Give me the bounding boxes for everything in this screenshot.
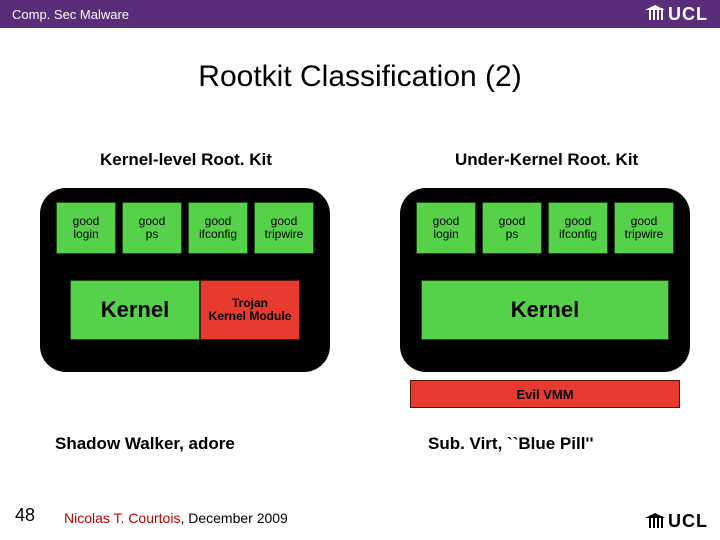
proc-box: goodps xyxy=(122,202,182,254)
portico-icon xyxy=(648,516,664,528)
kernel-row: Kernel Trojan Kernel Module xyxy=(50,280,320,340)
page-number: 48 xyxy=(15,505,35,526)
process-row: goodlogin goodps goodifconfig goodtripwi… xyxy=(410,202,680,254)
footer-date: , December 2009 xyxy=(180,510,287,526)
proc-box: goodifconfig xyxy=(188,202,248,254)
kernel-row: Kernel xyxy=(410,280,680,340)
proc-box: goodps xyxy=(482,202,542,254)
kernel-label: Kernel xyxy=(421,280,669,340)
kernel-box: Kernel xyxy=(421,280,669,340)
trojan-module-box: Trojan Kernel Module xyxy=(200,280,300,340)
footer-attribution: Nicolas T. Courtois, December 2009 xyxy=(64,510,288,526)
proc-box: goodlogin xyxy=(416,202,476,254)
kernel-level-diagram: goodlogin goodps goodifconfig goodtripwi… xyxy=(40,188,330,372)
left-example-label: Shadow Walker, adore xyxy=(55,434,235,454)
slide-title: Rootkit Classification (2) xyxy=(0,60,720,94)
portico-icon xyxy=(648,8,664,20)
proc-box: goodtripwire xyxy=(614,202,674,254)
kernel-box: Kernel Trojan Kernel Module xyxy=(70,280,300,340)
proc-box: goodifconfig xyxy=(548,202,608,254)
left-column-heading: Kernel-level Root. Kit xyxy=(100,150,272,170)
under-kernel-diagram: goodlogin goodps goodifconfig goodtripwi… xyxy=(400,188,690,372)
evil-vmm-box: Evil VMM xyxy=(410,380,680,408)
header-bar: Comp. Sec Malware UCL xyxy=(0,0,720,28)
ucl-logo-header: UCL xyxy=(648,4,708,25)
right-example-label: Sub. Virt, ``Blue Pill'' xyxy=(428,434,594,454)
proc-box: goodlogin xyxy=(56,202,116,254)
footer-author: Nicolas T. Courtois xyxy=(64,510,180,526)
right-column-heading: Under-Kernel Root. Kit xyxy=(455,150,638,170)
process-row: goodlogin goodps goodifconfig goodtripwi… xyxy=(50,202,320,254)
kernel-label: Kernel xyxy=(70,280,200,340)
proc-box: goodtripwire xyxy=(254,202,314,254)
ucl-logo-footer: UCL xyxy=(648,511,708,532)
logo-text: UCL xyxy=(668,4,708,25)
logo-text: UCL xyxy=(668,511,708,532)
course-label: Comp. Sec Malware xyxy=(12,7,129,22)
